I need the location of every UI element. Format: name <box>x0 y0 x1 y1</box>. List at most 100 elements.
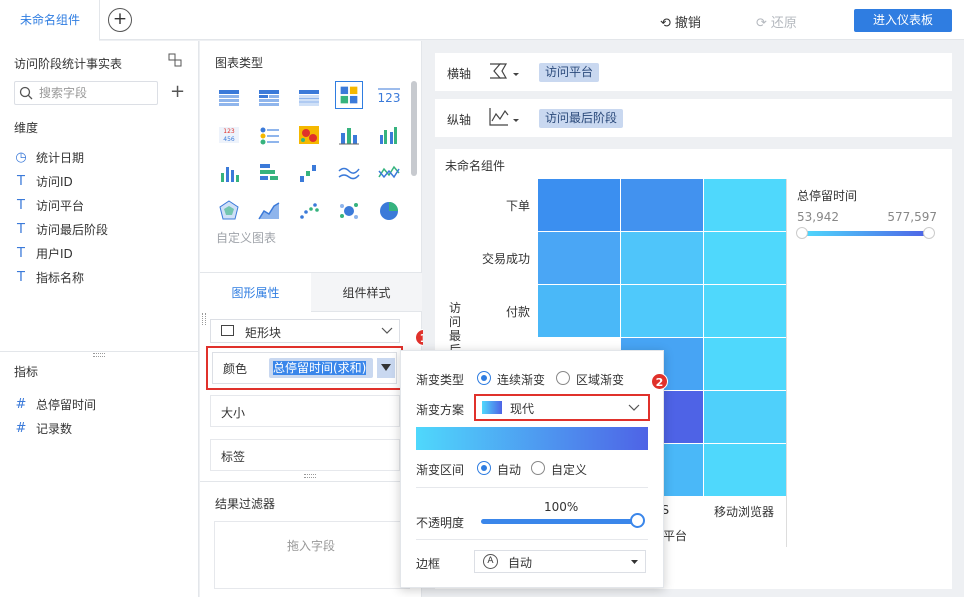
popup-divider <box>416 539 648 540</box>
dimension-item[interactable]: ◷ 统计日期 <box>14 147 84 167</box>
add-field-icon[interactable]: + <box>170 81 185 103</box>
custom-chart-label[interactable]: 自定义图表 <box>216 229 276 246</box>
gradient-scheme-select[interactable]: 现代 <box>474 394 650 421</box>
auto-range-radio[interactable] <box>477 461 491 475</box>
text-icon: T <box>17 173 25 189</box>
dimension-item[interactable]: T 访问ID <box>14 171 73 191</box>
search-box <box>14 81 158 105</box>
kpi-number-icon[interactable]: 123 <box>375 83 403 111</box>
search-input[interactable] <box>39 84 149 102</box>
dimension-item[interactable]: T 指标名称 <box>14 267 84 287</box>
legend-min-handle[interactable] <box>796 227 808 239</box>
heatmap-cell[interactable] <box>704 391 786 443</box>
area-chart-icon[interactable] <box>255 197 283 225</box>
x-axis-field-chip[interactable]: 访问平台 <box>539 63 600 82</box>
continuous-gradient-label[interactable]: 连续渐变 <box>497 371 545 388</box>
bubble-chart-icon[interactable] <box>335 197 363 225</box>
heatmap-cell[interactable] <box>704 338 786 390</box>
resize-handle[interactable] <box>304 474 316 478</box>
chart-type-heading: 图表类型 <box>215 56 264 70</box>
custom-range-label[interactable]: 自定义 <box>551 461 587 478</box>
measure-item[interactable]: # 总停留时间 <box>14 394 96 414</box>
heatmap-chart-icon[interactable] <box>335 81 363 109</box>
heatmap-cell[interactable] <box>621 232 703 284</box>
size-row[interactable]: 大小 <box>210 395 400 427</box>
component-title: 未命名组件 <box>445 159 506 173</box>
heatmap-cell[interactable] <box>538 232 620 284</box>
rectangle-icon <box>221 325 234 336</box>
region-gradient-label[interactable]: 区域渐变 <box>576 371 624 388</box>
chip-dropdown-icon[interactable] <box>377 358 395 378</box>
pie-chart-icon[interactable] <box>375 197 403 225</box>
tab-untitled-component[interactable]: 未命名组件 <box>0 0 100 41</box>
dimension-item[interactable]: T 用户ID <box>14 243 73 263</box>
radar-chart-icon[interactable] <box>215 197 243 225</box>
tag-row[interactable]: 标签 <box>210 439 400 471</box>
chart-type-scrollbar[interactable] <box>411 81 417 176</box>
continuous-gradient-radio[interactable] <box>477 371 491 385</box>
line-chart-icon[interactable] <box>335 159 363 187</box>
cross-table-icon[interactable] <box>255 83 283 111</box>
dot-table-icon[interactable] <box>255 121 283 149</box>
heatmap-cell[interactable] <box>621 179 703 231</box>
gradient-type-label: 渐变类型 <box>416 373 465 387</box>
legend-max-handle[interactable] <box>923 227 935 239</box>
bar-chart-icon[interactable] <box>215 159 243 187</box>
border-select[interactable]: A 自动 <box>474 550 646 573</box>
x-tick-label: 移动浏览器 <box>714 505 775 519</box>
undo-button[interactable]: ⟲ 撤销 <box>660 12 701 31</box>
scatter-chart-icon[interactable] <box>295 197 323 225</box>
heatmap-cell[interactable] <box>704 285 786 337</box>
detail-table-icon[interactable] <box>295 83 323 111</box>
region-gradient-radio[interactable] <box>556 371 570 385</box>
custom-range-radio[interactable] <box>531 461 545 475</box>
y-axis-label: 纵轴 <box>447 113 472 127</box>
chevron-down-icon <box>628 404 640 411</box>
number-table-icon[interactable]: 123456 <box>215 121 243 149</box>
heatmap-cell[interactable] <box>704 232 786 284</box>
color-settings-popup: 渐变类型 连续渐变 区域渐变 渐变方案 现代 渐变区间 自动 自定义 100% … <box>400 350 664 588</box>
border-label: 边框 <box>416 557 441 571</box>
opacity-slider-track[interactable] <box>481 519 638 524</box>
measure-heading: 指标 <box>14 365 39 379</box>
table-chart-icon[interactable] <box>215 83 243 111</box>
chevron-down-icon <box>381 327 393 334</box>
waterfall-chart-icon[interactable] <box>295 159 323 187</box>
undo-icon: ⟲ <box>660 16 671 31</box>
tab-graphic-properties[interactable]: 图形属性 <box>200 273 311 313</box>
color-field-chip[interactable]: 总停留时间(求和) <box>269 358 373 378</box>
color-field-box[interactable]: 颜色 总停留时间(求和) <box>212 352 397 384</box>
dimension-item[interactable]: T 访问平台 <box>14 195 84 215</box>
measure-item[interactable]: # 记录数 <box>14 418 72 438</box>
heatmap-cell[interactable] <box>538 179 620 231</box>
axis-type-icon[interactable] <box>488 60 522 82</box>
panel-divider <box>200 481 422 482</box>
horizontal-bar-icon[interactable] <box>255 159 283 187</box>
auto-range-label[interactable]: 自动 <box>497 461 521 478</box>
heatmap-cell[interactable] <box>704 179 786 231</box>
y-tick-label: 交易成功 <box>481 252 530 266</box>
heatmap-cell[interactable] <box>704 444 786 496</box>
stacked-bar-icon[interactable] <box>335 121 363 149</box>
enter-dashboard-button[interactable]: 进入仪表板 <box>854 9 952 32</box>
polyline-chart-icon[interactable] <box>375 159 403 187</box>
grouped-bar-icon[interactable] <box>375 121 403 149</box>
drag-handle[interactable] <box>202 313 206 325</box>
opacity-slider-handle[interactable] <box>630 513 645 528</box>
add-tab-icon[interactable]: + <box>108 8 132 32</box>
shape-select[interactable]: 矩形块 <box>210 319 400 343</box>
y-axis-field-chip[interactable]: 访问最后阶段 <box>539 109 624 128</box>
filter-drop-zone[interactable]: 拖入字段 <box>214 521 410 589</box>
heat-area-icon[interactable] <box>295 121 323 149</box>
switch-dataset-icon[interactable] <box>168 53 182 67</box>
heatmap-cell[interactable] <box>621 285 703 337</box>
resize-handle[interactable] <box>93 353 105 357</box>
redo-button[interactable]: ⟳ 还原 <box>756 12 797 31</box>
color-row[interactable]: 颜色 总停留时间(求和) <box>206 346 403 390</box>
axis-type-icon[interactable] <box>488 106 522 128</box>
tab-component-style[interactable]: 组件样式 <box>311 273 422 313</box>
dimension-item[interactable]: T 访问最后阶段 <box>14 219 108 239</box>
gradient-range-label: 渐变区间 <box>416 463 465 477</box>
heatmap-cell[interactable] <box>538 285 620 337</box>
text-icon: T <box>17 245 25 261</box>
